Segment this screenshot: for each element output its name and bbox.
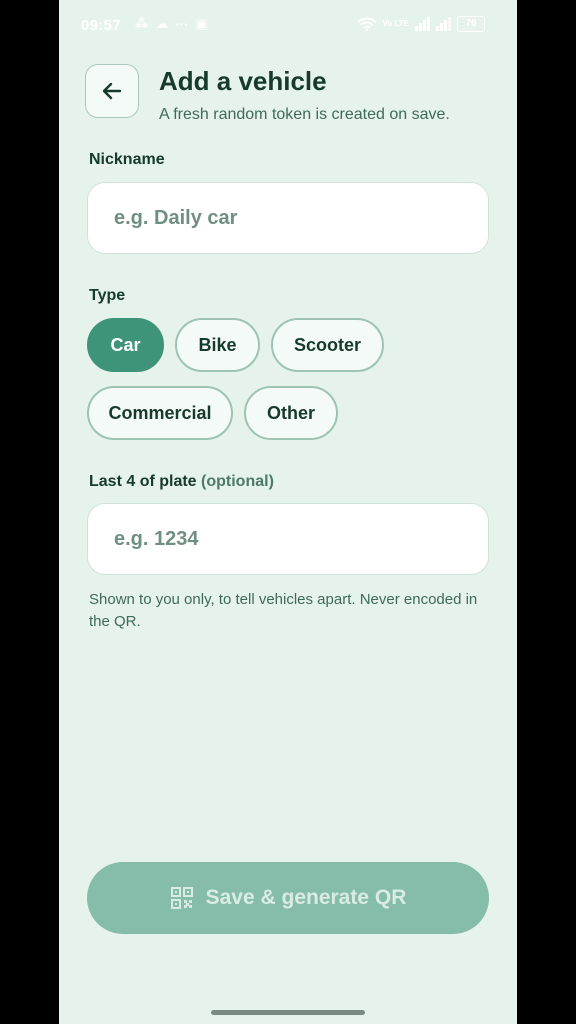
system-status-icons: Vo LTE 76 (357, 16, 485, 32)
more-notifications-icon: ··· (175, 16, 189, 32)
status-bar: 09:57 ⁂ ☁ ··· ▣ Vo LTE 76 (59, 0, 517, 52)
plate-label-text: Last 4 of plate (89, 473, 197, 490)
qr-code-icon (170, 887, 193, 909)
wifi-icon (357, 17, 377, 31)
nickname-input[interactable] (87, 182, 489, 254)
type-chip-car[interactable]: Car (87, 318, 164, 372)
signal-icon-1 (415, 17, 430, 31)
signal-icon-2 (436, 17, 451, 31)
app-screen: 09:57 ⁂ ☁ ··· ▣ Vo LTE 76 Add a vehicle … (59, 0, 517, 1024)
weather-icon: ☁ (155, 16, 169, 31)
volte-icon: Vo LTE (382, 19, 409, 28)
type-chip-bike[interactable]: Bike (175, 318, 260, 372)
page-subtitle: A fresh random token is created on save. (159, 106, 450, 123)
alarm-icon: ▣ (195, 16, 208, 31)
arrow-left-icon (102, 82, 122, 100)
save-button-label: Save & generate QR (205, 886, 407, 909)
battery-icon: 76 (457, 16, 485, 32)
plate-label: Last 4 of plate (optional) (89, 473, 274, 491)
page-title: Add a vehicle (159, 66, 327, 96)
plate-helper-text: Shown to you only, to tell vehicles apar… (89, 591, 478, 630)
optional-tag: (optional) (201, 473, 274, 490)
type-label: Type (89, 287, 126, 304)
back-button[interactable] (85, 64, 139, 118)
notification-icons: ⁂ ☁ ··· ▣ (135, 16, 208, 32)
type-chip-other[interactable]: Other (244, 386, 338, 440)
home-indicator[interactable] (211, 1010, 365, 1015)
nickname-label: Nickname (89, 151, 165, 168)
type-chip-scooter[interactable]: Scooter (271, 318, 384, 372)
status-time: 09:57 (81, 17, 121, 34)
notification-app-icon: ⁂ (135, 16, 149, 31)
plate-input[interactable] (87, 503, 489, 575)
save-generate-qr-button[interactable]: Save & generate QR (87, 862, 489, 934)
type-chip-commercial[interactable]: Commercial (87, 386, 233, 440)
